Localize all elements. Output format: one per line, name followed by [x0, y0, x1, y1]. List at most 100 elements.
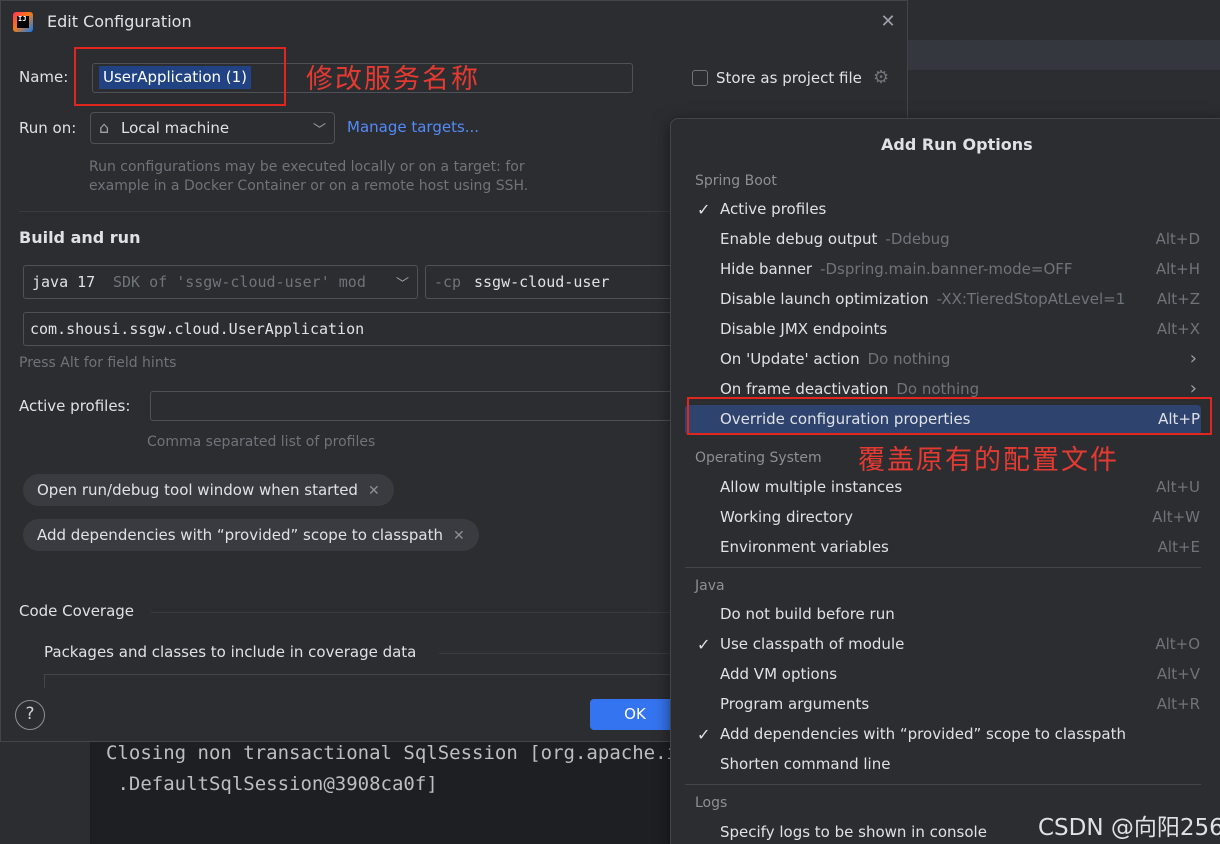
run-option-item[interactable]: Allow multiple instances Alt+U [685, 473, 1201, 503]
run-on-label: Run on: [19, 119, 77, 137]
group-header: Java [695, 578, 725, 594]
shortcut: Alt+O [1155, 635, 1200, 653]
run-on-hint-line: example in a Docker Container or on a re… [89, 178, 529, 194]
console-line: .DefaultSqlSession@3908ca0f] [106, 773, 438, 795]
run-option-label: Add dependencies with “provided” scope t… [720, 725, 1126, 743]
run-option-item[interactable]: Working directory Alt+W [685, 503, 1201, 533]
run-option-item[interactable]: Environment variables Alt+E [685, 533, 1201, 563]
manage-targets-link[interactable]: Manage targets... [347, 118, 479, 136]
ok-button[interactable]: OK [590, 699, 680, 730]
sdk-select[interactable]: java 17 SDK of 'ssgw-cloud-user' mod ﹀ [23, 265, 418, 299]
run-on-select[interactable]: ⌂ Local machine ﹀ [90, 112, 335, 144]
remove-icon[interactable]: ✕ [453, 528, 465, 544]
check-icon: ✓ [697, 725, 711, 744]
shortcut: Alt+E [1157, 538, 1200, 556]
run-option-item[interactable]: Program arguments Alt+R [685, 690, 1201, 720]
intellij-logo-icon: IJ [13, 12, 33, 32]
cp-value: ssgw-cloud-user [474, 273, 610, 291]
run-option-item[interactable]: Do not build before run [685, 600, 1201, 630]
editor-tabs-area [908, 0, 1220, 120]
run-option-item[interactable]: On 'Update' action Do nothing › [685, 345, 1201, 375]
console-output: Closing non transactional SqlSession [or… [90, 742, 701, 844]
store-as-project-file-label[interactable]: Store as project file [716, 69, 862, 87]
run-option-item[interactable]: Disable launch optimization -XX:TieredSto… [685, 285, 1201, 315]
run-option-detail: Do nothing [867, 350, 951, 368]
shortcut: Alt+U [1156, 478, 1200, 496]
help-icon[interactable]: ? [15, 700, 45, 730]
dialog-title-bar: IJ Edit Configuration ✕ [1, 1, 907, 43]
gear-icon[interactable]: ⚙ [873, 67, 889, 88]
run-option-label: Do not build before run [720, 605, 895, 623]
classpath-module-select[interactable]: -cp ssgw-cloud-user [425, 265, 685, 299]
shortcut: Alt+X [1156, 320, 1200, 338]
annotation-highlight-box [687, 397, 1212, 435]
run-option-label: Program arguments [720, 695, 870, 713]
run-option-label: On 'Update' action [720, 350, 860, 368]
shortcut: Alt+Z [1156, 290, 1200, 308]
check-icon: ✓ [697, 635, 711, 654]
group-header: Spring Boot [695, 173, 777, 189]
home-icon: ⌂ [99, 118, 110, 137]
console-line: Closing non transactional SqlSession [or… [106, 742, 701, 764]
option-chip[interactable]: Add dependencies with “provided” scope t… [23, 519, 479, 551]
annotation-note: 覆盖原有的配置文件 [858, 445, 1119, 476]
chevron-right-icon: › [1189, 378, 1197, 399]
run-option-item[interactable]: Disable JMX endpoints Alt+X [685, 315, 1201, 345]
name-label: Name: [19, 68, 69, 86]
main-class-value: com.shousi.ssgw.cloud.UserApplication [30, 320, 365, 338]
run-option-detail: -XX:TieredStopAtLevel=1 [936, 290, 1126, 308]
main-class-field[interactable]: com.shousi.ssgw.cloud.UserApplication [23, 312, 683, 346]
run-option-item[interactable]: Hide banner -Dspring.main.banner-mode=OFF… [685, 255, 1201, 285]
group-header: Logs [695, 795, 728, 811]
chevron-down-icon: ﹀ [395, 277, 409, 292]
field-hints-text: Press Alt for field hints [19, 355, 177, 371]
watermark: CSDN @向阳256 [1038, 815, 1220, 841]
run-option-label: Disable JMX endpoints [720, 320, 888, 338]
run-option-detail: -Dspring.main.banner-mode=OFF [820, 260, 1073, 278]
cp-flag: -cp [434, 273, 462, 291]
build-and-run-heading: Build and run [19, 228, 141, 247]
run-option-label: Hide banner [720, 260, 813, 278]
separator [685, 567, 1201, 568]
option-chip-label: Add dependencies with “provided” scope t… [37, 526, 443, 544]
shortcut: Alt+R [1156, 695, 1200, 713]
coverage-packages-label: Packages and classes to include in cover… [44, 643, 417, 661]
run-option-item[interactable]: ✓ Use classpath of module Alt+O [685, 630, 1201, 660]
close-icon[interactable]: ✕ [879, 13, 897, 31]
coverage-list[interactable] [44, 674, 684, 688]
separator [19, 211, 671, 212]
run-option-item[interactable]: Shorten command line [685, 750, 1201, 780]
store-as-project-file-checkbox[interactable] [692, 70, 708, 86]
run-option-label: Allow multiple instances [720, 478, 903, 496]
active-profiles-label: Active profiles: [19, 397, 131, 415]
run-option-detail: Do nothing [896, 380, 980, 398]
shortcut: Alt+W [1152, 508, 1200, 526]
run-option-item[interactable]: Enable debug output -Ddebug Alt+D [685, 225, 1201, 255]
run-option-item[interactable]: ✓ Active profiles [685, 195, 1201, 225]
add-run-options-popup: Add Run Options Spring Boot ✓ Active pro… [670, 118, 1220, 844]
separator [151, 612, 671, 613]
run-option-item[interactable]: Add VM options Alt+V [685, 660, 1201, 690]
editor-tab-band [908, 40, 1220, 70]
run-option-label: Add VM options [720, 665, 838, 683]
sdk-main: java 17 [32, 273, 96, 291]
remove-icon[interactable]: ✕ [368, 483, 380, 499]
active-profiles-input[interactable] [150, 391, 685, 421]
run-option-item[interactable]: ✓ Add dependencies with “provided” scope… [685, 720, 1201, 750]
separator [439, 653, 671, 654]
option-chip[interactable]: Open run/debug tool window when started ✕ [23, 474, 394, 506]
profiles-hint: Comma separated list of profiles [147, 434, 376, 450]
run-on-value: Local machine [121, 119, 230, 137]
run-option-label: Active profiles [720, 200, 827, 218]
code-coverage-heading: Code Coverage [19, 602, 135, 620]
shortcut: Alt+V [1156, 665, 1200, 683]
shortcut: Alt+D [1155, 230, 1200, 248]
shortcut: Alt+H [1155, 260, 1200, 278]
separator [685, 784, 1201, 785]
check-icon: ✓ [697, 200, 711, 219]
chevron-right-icon: › [1189, 348, 1197, 369]
annotation-note: 修改服务名称 [306, 64, 480, 95]
group-header: Operating System [695, 450, 822, 466]
annotation-highlight-box [74, 47, 286, 106]
editor-gutter [0, 742, 90, 844]
